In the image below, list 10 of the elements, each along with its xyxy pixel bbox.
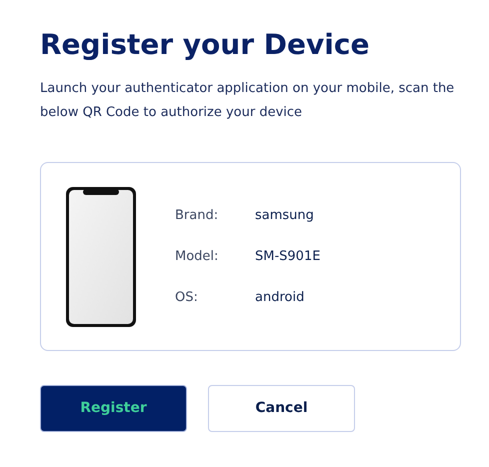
field-value: android	[255, 288, 304, 306]
page-title: Register your Device	[40, 27, 370, 63]
field-value: samsung	[255, 206, 314, 224]
field-value: SM-S901E	[255, 248, 320, 266]
field-label: Model:	[175, 248, 220, 266]
cancel-button[interactable]: Cancel	[208, 385, 355, 432]
field-label: OS:	[175, 288, 199, 306]
field-label: Brand:	[175, 206, 220, 224]
register-button[interactable]: Register	[40, 385, 187, 432]
instructions-text: Launch your authenticator application on your mobile, scan the below QR Code to authorize your device	[40, 80, 456, 122]
